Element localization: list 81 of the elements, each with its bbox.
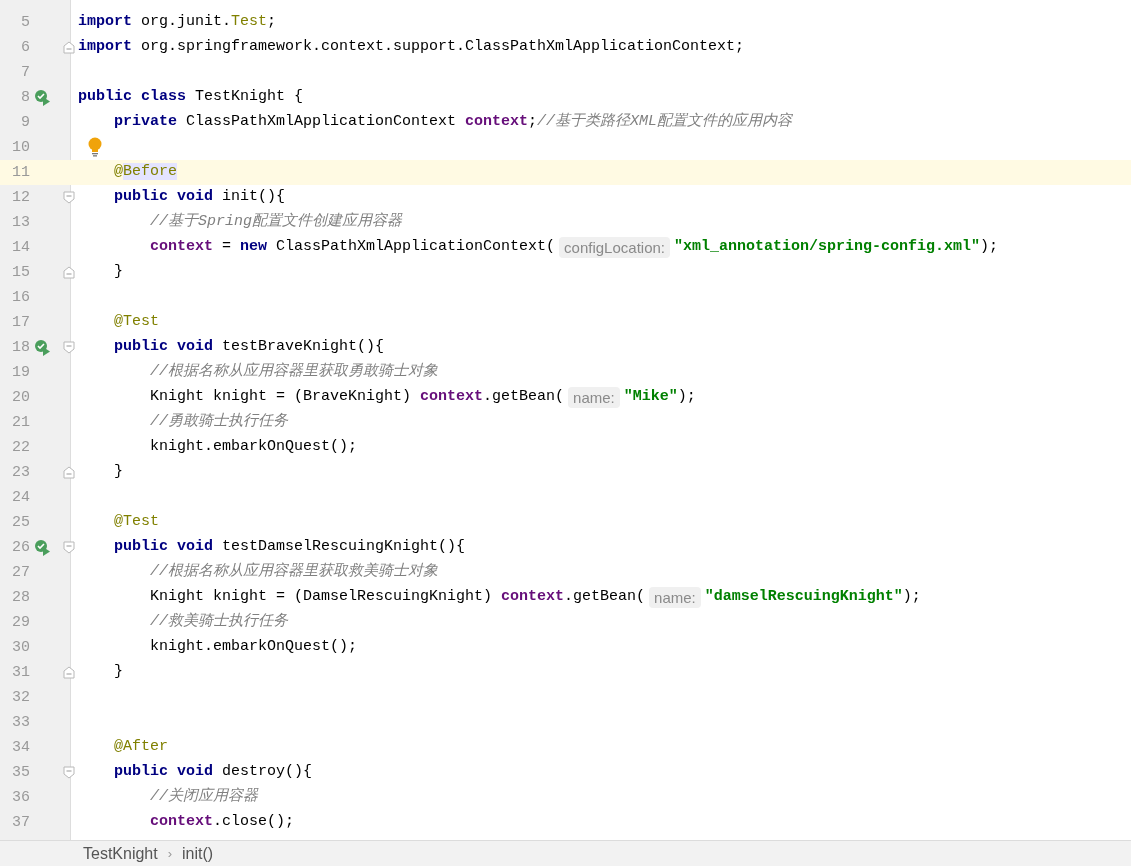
code-text: public void destroy(){: [114, 762, 313, 783]
line-number: 34: [11, 738, 30, 758]
code-text: @Before: [114, 162, 178, 183]
breadcrumb-item[interactable]: init(): [182, 841, 214, 866]
code-text: context.close();: [150, 812, 295, 833]
fold-icon[interactable]: [63, 766, 75, 779]
line-number: 28: [11, 588, 30, 608]
code-text: @Test: [114, 512, 159, 533]
code-text: //关闭应用容器: [150, 786, 258, 808]
fold-icon[interactable]: [63, 341, 75, 354]
code-text: }: [114, 262, 123, 283]
line-number: 37: [11, 813, 30, 833]
code-text: //根据名称从应用容器里获取勇敢骑士对象: [150, 361, 438, 383]
code-text: }: [114, 662, 123, 683]
code-text: "damselRescuingKnight");: [704, 587, 921, 608]
code-text: Knight knight = (DamselRescuingKnight) context.getBean(: [150, 587, 646, 608]
line-number: 14: [11, 238, 30, 258]
code-text: public void init(){: [114, 187, 286, 208]
code-text: //根据名称从应用容器里获取救美骑士对象: [150, 561, 438, 583]
line-number: 19: [11, 363, 30, 383]
breadcrumb-separator: ›: [167, 844, 173, 863]
line-number: 18: [11, 338, 30, 358]
code-text: knight.embarkOnQuest();: [150, 437, 358, 458]
line-number: 25: [11, 513, 30, 533]
parameter-hint: configLocation:: [559, 237, 670, 258]
line-number: 20: [11, 388, 30, 408]
line-number: 10: [11, 138, 30, 158]
lightbulb-icon[interactable]: [88, 137, 102, 157]
code-text: context = new ClassPathXmlApplicationContext(: [150, 237, 556, 258]
line-number: 35: [11, 763, 30, 783]
line-number: 26: [11, 538, 30, 558]
code-text: //救美骑士执行任务: [150, 611, 288, 633]
code-text: public void testBraveKnight(){: [114, 337, 385, 358]
line-number: 31: [11, 663, 30, 683]
line-number: 16: [11, 288, 30, 308]
run-test-icon[interactable]: [34, 539, 51, 556]
fold-icon[interactable]: [63, 266, 75, 279]
line-number: 12: [11, 188, 30, 208]
line-number: 22: [11, 438, 30, 458]
line-number: 32: [11, 688, 30, 708]
code-text: import org.junit.Test;: [78, 12, 277, 33]
code-text: "Mike");: [623, 387, 696, 408]
line-number: 33: [11, 713, 30, 733]
code-text: }: [114, 462, 123, 483]
line-number: 23: [11, 463, 30, 483]
line-number: 21: [11, 413, 30, 433]
code-text: knight.embarkOnQuest();: [150, 637, 358, 658]
code-text: Knight knight = (BraveKnight) context.getBean(: [150, 387, 565, 408]
line-number: 15: [11, 263, 30, 283]
code-text: private ClassPathXmlApplicationContext context;//基于类路径XML配置文件的应用内容: [114, 111, 793, 133]
line-number: 29: [11, 613, 30, 633]
parameter-hint: name:: [568, 387, 620, 408]
fold-icon[interactable]: [63, 41, 75, 54]
code-text: import org.springframework.context.support.ClassPathXmlApplicationContext;: [78, 37, 745, 58]
fold-icon[interactable]: [63, 541, 75, 554]
line-number: 30: [11, 638, 30, 658]
code-text: "xml_annotation/spring-config.xml");: [674, 237, 999, 258]
line-number: 36: [11, 788, 30, 808]
breadcrumb-item[interactable]: TestKnight: [83, 841, 158, 866]
line-number: 5: [20, 13, 30, 33]
line-number: 6: [20, 38, 30, 58]
code-text: @After: [114, 737, 168, 758]
line-number: 8: [20, 88, 30, 108]
code-text: public class TestKnight {: [78, 87, 304, 108]
code-text: //勇敢骑士执行任务: [150, 411, 288, 433]
line-number: 13: [11, 213, 30, 233]
line-number: 9: [20, 113, 30, 133]
line-number: 11: [11, 163, 30, 183]
line-number: 17: [11, 313, 30, 333]
line-number: 24: [11, 488, 30, 508]
run-test-icon[interactable]: [34, 339, 51, 356]
code-text: //基于Spring配置文件创建应用容器: [150, 211, 402, 233]
code-text: public void testDamselRescuingKnight(){: [114, 537, 466, 558]
line-number: 27: [11, 563, 30, 583]
parameter-hint: name:: [649, 587, 701, 608]
fold-icon[interactable]: [63, 666, 75, 679]
line-number: 7: [20, 63, 30, 83]
fold-icon[interactable]: [63, 466, 75, 479]
fold-icon[interactable]: [63, 191, 75, 204]
code-text: @Test: [114, 312, 159, 333]
run-test-icon[interactable]: [34, 89, 51, 106]
